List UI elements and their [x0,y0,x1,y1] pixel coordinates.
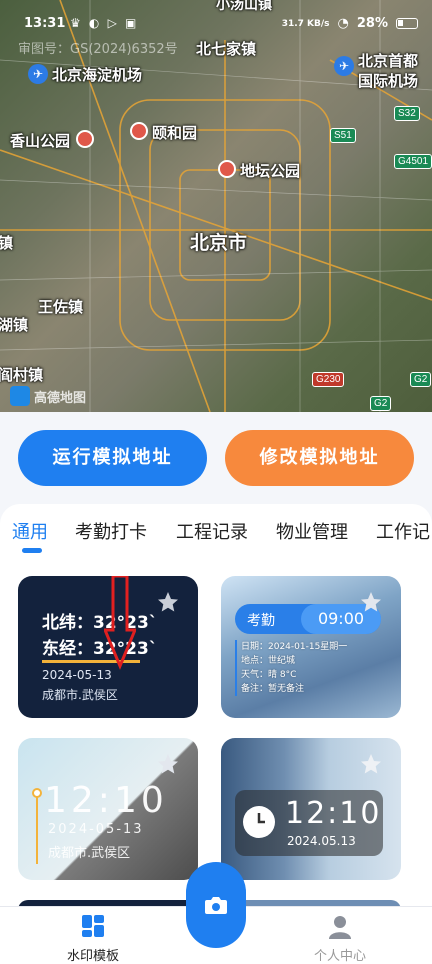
clock-icon [243,806,275,838]
map-label: 北京首都 [358,52,419,70]
map-view[interactable]: 13:31 ♛ ◐ ▷ ▣ 31.7 KB/s ◔ 28% 小汤山镇 审图号：G… [0,0,432,412]
timeline-line [36,794,38,864]
clock-box: 12:10 2024.05.13 [235,790,383,856]
info-weather: 天气：晴 8°C [241,670,297,680]
favorite-star-icon[interactable] [156,752,180,776]
nav-profile[interactable]: 个人中心 [280,907,400,964]
battery-text: 28% [356,16,388,31]
location-text: 成都市.武侯区 [42,688,118,702]
edit-mock-location-button[interactable]: 修改模拟地址 [225,430,414,486]
map-label-city: 北京市 [190,232,248,254]
tab-work-record[interactable]: 工作记 [376,518,430,544]
person-icon [329,916,351,939]
map-label: 小汤山镇 [216,0,272,13]
status-bar: 13:31 ♛ ◐ ▷ ▣ 31.7 KB/s ◔ 28% [0,14,432,36]
template-card-coordinates[interactable]: 北纬：32°23` 东经：32°23` 2024-05-13 成都市.武侯区 [18,576,198,718]
highway-shield: G2 [410,372,432,387]
map-review-number: 审图号：GS(2024)6352号 [18,42,178,57]
airport-icon: ✈ [334,56,354,76]
nav-templates[interactable]: 水印模板 [33,907,153,964]
map-label: 阎村镇 [0,366,44,384]
date-text: 2024.05.13 [287,834,356,848]
map-label: 国际机场 [358,72,419,90]
wifi-icon: ◔ [337,16,349,31]
template-grid-icon [82,915,104,937]
poi-pin-icon [76,130,94,148]
highway-shield: S32 [394,106,420,121]
template-card-time-building[interactable]: 12:10 2024-05-13 成都市.武侯区 [18,738,198,880]
nav-profile-label: 个人中心 [313,949,366,964]
highway-shield: G230 [312,372,345,387]
location-text: 成都市.武侯区 [48,846,131,861]
amap-logo-icon [10,386,30,406]
favorite-star-icon[interactable] [359,590,383,614]
map-label: 地坛公园 [240,162,301,180]
map-label: 湖镇 [0,316,29,334]
timeline-dot [32,788,42,798]
net-speed: 31.7 KB/s [281,18,330,29]
highway-shield: G4501 [394,154,432,169]
longitude-text: 东经：32°23` [42,639,158,659]
highway-shield: S51 [330,128,356,143]
map-label: 北京海淀机场 [52,66,143,84]
time-text: 12:10 [285,796,382,831]
highway-shield: G2 [370,396,392,411]
map-label: 镇 [0,234,14,252]
poi-pin-icon [130,122,148,140]
time-text: 12:10 [44,780,168,821]
latitude-text: 北纬：32°23` [42,613,158,633]
template-card-clock[interactable]: 12:10 2024.05.13 [221,738,401,880]
red-arrow-annotation [104,576,136,670]
map-label: 北七家镇 [196,40,257,58]
status-time: 13:31 [24,16,66,31]
amap-logo: 高德地图 [10,386,86,406]
camera-button[interactable] [186,862,246,948]
airport-icon: ✈ [28,64,48,84]
category-tabs: 通用 考勤打卡 工程记录 物业管理 工作记 [0,518,432,558]
tab-engineering[interactable]: 工程记录 [176,518,248,544]
map-label: 颐和园 [152,124,198,142]
info-note: 备注：暂无备注 [241,684,305,694]
tab-attendance[interactable]: 考勤打卡 [75,518,147,544]
tab-general[interactable]: 通用 [12,518,48,544]
info-date: 日期：2024-01-15星期一 [241,642,348,652]
amap-logo-text: 高德地图 [34,390,87,406]
favorite-star-icon[interactable] [359,752,383,776]
favorite-star-icon[interactable] [156,590,180,614]
attendance-label: 考勤 [247,613,275,629]
tab-property[interactable]: 物业管理 [276,518,348,544]
map-label: 王佐镇 [38,298,84,316]
nav-templates-label: 水印模板 [66,949,119,964]
tab-indicator [22,548,42,553]
date-text: 2024-05-13 [48,822,144,837]
map-label: 香山公园 [10,132,71,150]
attendance-info: 日期：2024-01-15星期一 地点：世纪城 天气：晴 8°C 备注：暂无备注 [235,640,365,696]
template-card-attendance[interactable]: 考勤 09:00 日期：2024-01-15星期一 地点：世纪城 天气：晴 8°… [221,576,401,718]
info-place: 地点：世纪城 [241,656,296,666]
camera-icon [205,897,227,914]
date-text: 2024-05-13 [42,668,112,682]
run-mock-location-button[interactable]: 运行模拟地址 [18,430,207,486]
notification-icons: ♛ ◐ ▷ ▣ [70,16,139,30]
poi-pin-icon [218,160,236,178]
battery-icon [396,18,418,29]
